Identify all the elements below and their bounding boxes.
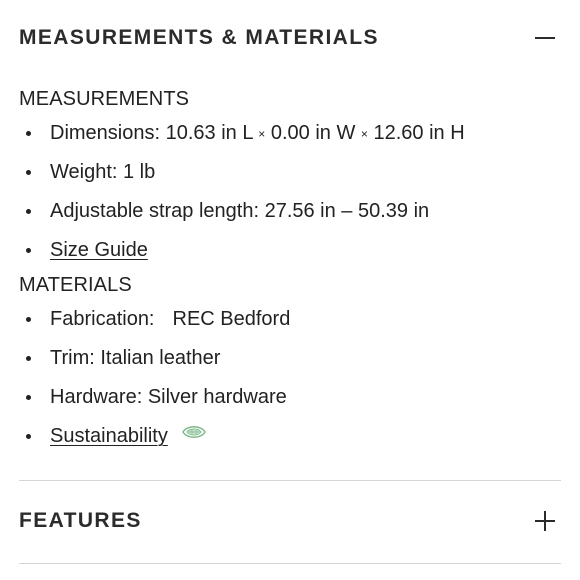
materials-heading: MATERIALS: [19, 274, 132, 296]
sustainability-link[interactable]: Sustainability: [50, 425, 168, 447]
fabrication-value: REC Bedford: [172, 308, 291, 330]
size-guide-link[interactable]: Size Guide: [50, 239, 148, 261]
dimensions-height: 12.60 in H: [373, 122, 465, 144]
bullet: [26, 248, 31, 253]
dimensions-separator: ×: [258, 127, 266, 141]
list-item-size-guide: Size Guide: [19, 231, 561, 270]
fabrication-label: Fabrication:: [50, 308, 155, 330]
section-divider: [19, 563, 561, 564]
materials-list: Fabrication: REC Bedford Trim: Italian le…: [19, 300, 561, 456]
weight-text: Weight: 1 lb: [50, 161, 156, 183]
trim-text: Trim: Italian leather: [50, 347, 221, 369]
hardware-text: Hardware: Silver hardware: [50, 386, 287, 408]
list-item-trim: Trim: Italian leather: [19, 339, 561, 378]
leaf-badge-icon: [181, 415, 207, 454]
list-item-strap-length: Adjustable strap length: 27.56 in – 50.3…: [19, 192, 561, 231]
bullet: [26, 209, 31, 214]
bullet: [26, 170, 31, 175]
accordion-panel-measurements-materials: MEASUREMENTS Dimensions: 10.63 in L × 0.…: [19, 84, 561, 456]
section-divider: [19, 480, 561, 481]
bullet: [26, 434, 31, 439]
accordion-title-measurements-materials: MEASUREMENTS & MATERIALS: [19, 26, 379, 49]
dimensions-prefix: Dimensions: 10.63 in L: [50, 122, 253, 144]
bullet: [26, 317, 31, 322]
list-item-hardware: Hardware: Silver hardware: [19, 378, 561, 417]
accordion-header-measurements-materials[interactable]: MEASUREMENTS & MATERIALS: [19, 22, 561, 54]
list-item-sustainability: Sustainability: [19, 417, 561, 456]
accordion-title-features: FEATURES: [19, 509, 142, 532]
strap-length-text: Adjustable strap length: 27.56 in – 50.3…: [50, 200, 430, 222]
bullet: [26, 131, 31, 136]
measurements-heading: MEASUREMENTS: [19, 88, 190, 110]
dimensions-width: 0.00 in W: [270, 122, 356, 144]
plus-icon[interactable]: [533, 509, 557, 533]
list-item-weight: Weight: 1 lb: [19, 153, 561, 192]
list-item-fabrication: Fabrication: REC Bedford: [19, 300, 561, 339]
list-item-dimensions: Dimensions: 10.63 in L × 0.00 in W × 12.…: [19, 114, 561, 153]
dimensions-separator: ×: [360, 127, 368, 141]
measurements-list: Dimensions: 10.63 in L × 0.00 in W × 12.…: [19, 114, 561, 270]
minus-icon[interactable]: [533, 26, 557, 50]
accordion-header-features[interactable]: FEATURES: [19, 505, 561, 537]
bullet: [26, 395, 31, 400]
bullet: [26, 356, 31, 361]
